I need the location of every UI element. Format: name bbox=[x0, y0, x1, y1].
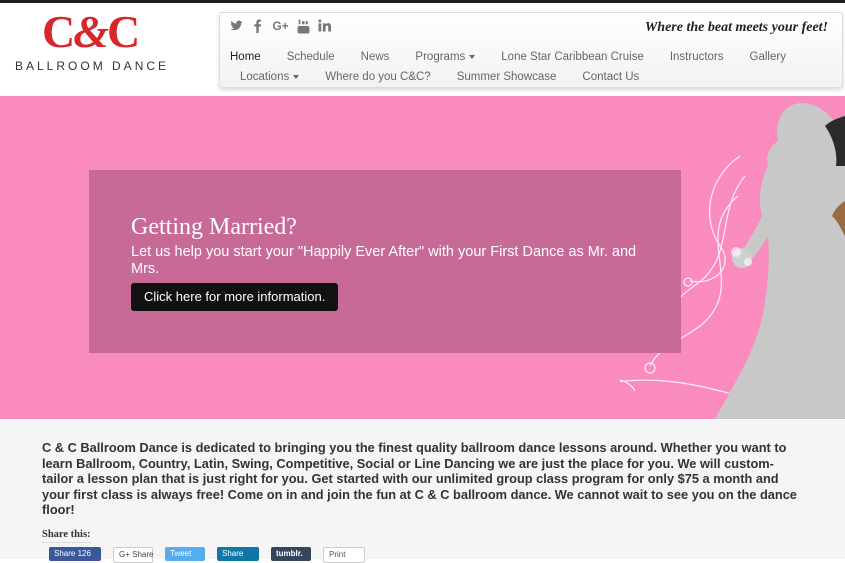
print-button[interactable]: Print bbox=[323, 547, 365, 563]
nav-row-1: Home Schedule News Programs Lone Star Ca… bbox=[230, 51, 812, 63]
google-share-button[interactable]: G+ Share bbox=[113, 547, 153, 563]
logo-subtitle: BALLROOM DANCE bbox=[15, 59, 170, 73]
nav-label: Where do you C&C? bbox=[325, 71, 431, 83]
chevron-down-icon bbox=[469, 54, 476, 59]
nav-item-news[interactable]: News bbox=[361, 51, 390, 63]
hero-promo-box: Getting Married? Let us help you start y… bbox=[89, 170, 681, 353]
nav-label: News bbox=[360, 51, 390, 63]
share-label: Share this: bbox=[42, 529, 91, 543]
nav-row-2: Locations Where do you C&C? Summer Showc… bbox=[240, 71, 665, 83]
nav-item-home[interactable]: Home bbox=[230, 51, 261, 63]
linkedin-icon[interactable] bbox=[318, 19, 331, 34]
site-tagline: Where the beat meets your feet! bbox=[644, 20, 828, 35]
nav-item-where-do-you-cc[interactable]: Where do you C&C? bbox=[325, 71, 430, 83]
nav-item-contact-us[interactable]: Contact Us bbox=[582, 71, 639, 83]
hero-banner: Getting Married? Let us help you start y… bbox=[0, 96, 845, 419]
more-information-button[interactable]: Click here for more information. bbox=[131, 283, 339, 311]
nav-item-instructors[interactable]: Instructors bbox=[670, 51, 724, 63]
nav-label: Programs bbox=[415, 51, 466, 63]
nav-item-gallery[interactable]: Gallery bbox=[750, 51, 786, 63]
site-logo[interactable]: C&C BALLROOM DANCE bbox=[12, 7, 184, 77]
intro-paragraph: C & C Ballroom Dance is dedicated to bri… bbox=[42, 440, 797, 517]
chevron-down-icon bbox=[293, 74, 300, 79]
logo-mark: C&C bbox=[42, 6, 140, 57]
logo-letter-right: C bbox=[107, 6, 140, 57]
hero-title: Getting Married? bbox=[131, 214, 297, 240]
social-links: G+ bbox=[230, 19, 331, 34]
twitter-icon[interactable] bbox=[230, 19, 243, 34]
nav-item-schedule[interactable]: Schedule bbox=[287, 51, 335, 63]
logo-ampersand: & bbox=[73, 6, 109, 57]
main-content: C & C Ballroom Dance is dedicated to bri… bbox=[0, 420, 845, 563]
nav-item-locations[interactable]: Locations bbox=[240, 71, 300, 83]
main-navigation: G+ Where the beat meets your feet! Home … bbox=[219, 12, 843, 88]
google-plus-icon[interactable]: G+ bbox=[272, 19, 289, 34]
nav-label: Home bbox=[230, 51, 261, 63]
nav-label: Lone Star Caribbean Cruise bbox=[501, 51, 644, 63]
nav-item-summer-showcase[interactable]: Summer Showcase bbox=[457, 71, 557, 83]
youtube-icon[interactable] bbox=[297, 19, 310, 34]
nav-label: Locations bbox=[240, 71, 290, 83]
nav-item-lone-star-caribbean-cruise[interactable]: Lone Star Caribbean Cruise bbox=[501, 51, 644, 63]
nav-label: Schedule bbox=[286, 51, 335, 63]
hero-text: Let us help you start your "Happily Ever… bbox=[131, 244, 637, 277]
logo-letter-left: C bbox=[42, 6, 75, 57]
nav-label: Contact Us bbox=[582, 71, 640, 83]
share-buttons: Share 126 G+ Share Tweet Share tumblr. P… bbox=[49, 547, 365, 563]
nav-item-programs[interactable]: Programs bbox=[415, 51, 476, 63]
site-header: C&C BALLROOM DANCE G+ Where the beat mee… bbox=[0, 3, 845, 93]
facebook-icon[interactable] bbox=[251, 19, 264, 34]
nav-label: Summer Showcase bbox=[456, 71, 557, 83]
nav-label: Instructors bbox=[669, 51, 724, 63]
nav-label: Gallery bbox=[749, 51, 786, 63]
